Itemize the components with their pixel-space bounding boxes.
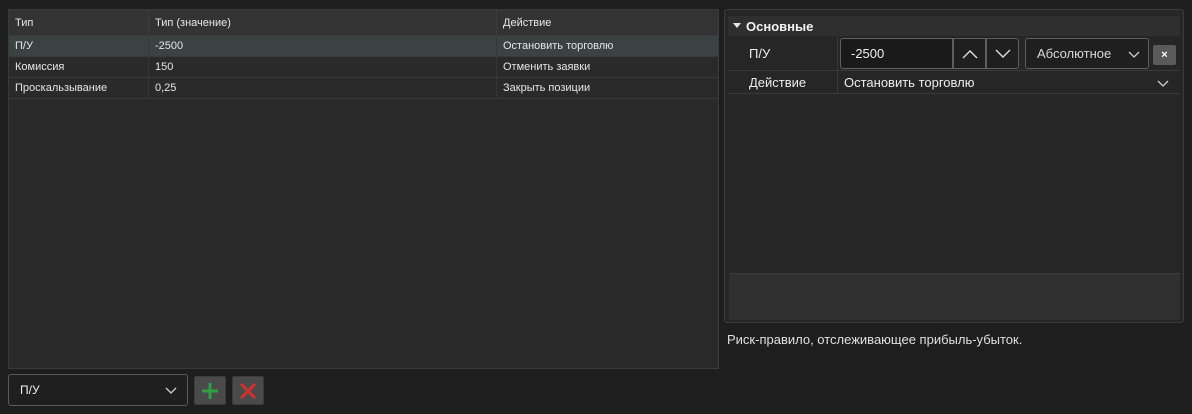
clear-value-button[interactable]: ×	[1153, 45, 1176, 65]
column-header-value[interactable]: Тип (значение)	[149, 10, 497, 35]
pnl-value-input[interactable]: -2500	[840, 38, 953, 69]
collapse-triangle-icon[interactable]	[728, 23, 746, 29]
decrement-button[interactable]	[986, 38, 1019, 69]
plus-icon	[202, 382, 218, 399]
cell-action: Отменить заявки	[503, 61, 591, 73]
cell-type: Комиссия	[9, 57, 149, 77]
rules-grid: Тип Тип (значение) Действие П/У -2500 Ос…	[8, 9, 719, 369]
rule-description: Риск-правило, отслеживающее прибыль-убыт…	[727, 332, 1023, 347]
property-grid: Основные П/У -2500 Абсолютное × Действие…	[724, 9, 1184, 323]
chevron-down-icon	[1157, 80, 1169, 87]
cell-value: 0,25	[149, 78, 497, 98]
rule-type-select[interactable]: П/У	[8, 374, 188, 406]
chevron-up-icon	[962, 49, 977, 58]
property-description-box	[729, 273, 1180, 320]
cell-value: -2500	[149, 36, 497, 56]
rule-type-select-value: П/У	[20, 383, 40, 397]
property-value-action: Остановить торговлю	[838, 72, 1180, 93]
action-select[interactable]: Остановить торговлю	[844, 72, 1180, 93]
grid-header: Тип Тип (значение) Действие	[9, 10, 718, 36]
category-header[interactable]: Основные	[728, 16, 1180, 36]
cross-icon	[239, 382, 257, 399]
cell-action: Закрыть позиции	[503, 82, 591, 94]
property-label-pnl: П/У	[728, 37, 838, 70]
property-row-action: Действие Остановить торговлю	[728, 72, 1180, 94]
cell-type: П/У	[9, 36, 149, 56]
cell-type: Проскальзывание	[9, 78, 149, 98]
chevron-down-icon	[995, 49, 1010, 58]
column-header-type[interactable]: Тип	[9, 10, 149, 35]
pnl-mode-value: Абсолютное	[1037, 46, 1112, 61]
table-row[interactable]: П/У -2500 Остановить торговлю	[9, 36, 718, 57]
cell-action: Остановить торговлю	[503, 40, 614, 52]
column-header-action[interactable]: Действие	[497, 10, 718, 35]
risk-rules-window: Тип Тип (значение) Действие П/У -2500 Ос…	[0, 0, 1192, 414]
category-title: Основные	[746, 18, 814, 34]
remove-rule-button[interactable]	[232, 376, 264, 405]
table-row[interactable]: Комиссия 150 Отменить заявки	[9, 57, 718, 78]
property-row-pnl: П/У -2500 Абсолютное ×	[728, 37, 1180, 71]
table-row[interactable]: Проскальзывание 0,25 Закрыть позиции	[9, 78, 718, 99]
add-rule-button[interactable]	[194, 376, 226, 405]
pnl-mode-select[interactable]: Абсолютное	[1025, 38, 1149, 69]
property-label-action: Действие	[728, 72, 838, 93]
chevron-down-icon	[1128, 51, 1140, 58]
cell-value: 150	[149, 57, 497, 77]
action-select-value: Остановить торговлю	[844, 75, 975, 90]
increment-button[interactable]	[953, 38, 986, 69]
property-value-pnl: -2500 Абсолютное ×	[838, 37, 1180, 70]
chevron-down-icon	[165, 387, 177, 394]
